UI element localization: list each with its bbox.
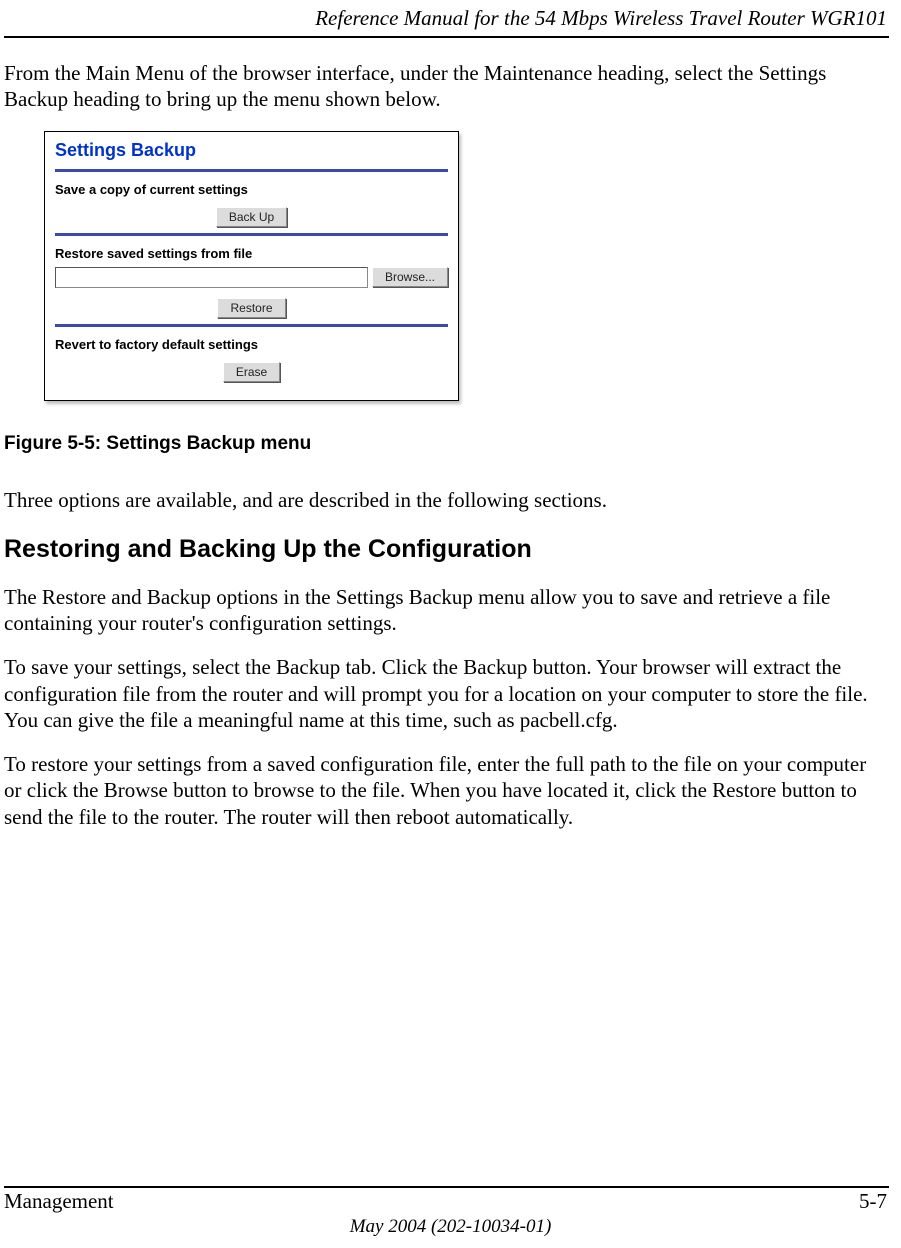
panel-title: Settings Backup bbox=[55, 140, 448, 161]
options-paragraph: Three options are available, and are des… bbox=[4, 487, 887, 513]
section-heading: Restoring and Backing Up the Configurati… bbox=[4, 535, 887, 564]
panel-divider bbox=[55, 233, 448, 236]
footer-page: 5-7 bbox=[859, 1189, 887, 1214]
footer-rule bbox=[4, 1186, 889, 1188]
backup-button[interactable]: Back Up bbox=[216, 207, 287, 227]
restore-backup-paragraph: The Restore and Backup options in the Se… bbox=[4, 584, 887, 637]
panel-divider bbox=[55, 324, 448, 327]
file-path-input[interactable] bbox=[55, 267, 368, 288]
page-header: Reference Manual for the 54 Mbps Wireles… bbox=[0, 0, 901, 31]
page-content: From the Main Menu of the browser interf… bbox=[0, 38, 901, 830]
restore-row: Restore bbox=[55, 294, 448, 318]
figure-inner: Settings Backup Save a copy of current s… bbox=[45, 132, 458, 400]
settings-backup-figure: Settings Backup Save a copy of current s… bbox=[44, 131, 459, 401]
footer-section: Management bbox=[4, 1189, 114, 1214]
restore-button[interactable]: Restore bbox=[217, 298, 285, 318]
figure-caption: Figure 5-5: Settings Backup menu bbox=[4, 433, 887, 455]
intro-paragraph: From the Main Menu of the browser interf… bbox=[4, 60, 887, 113]
restore-paragraph: To restore your settings from a saved co… bbox=[4, 751, 887, 830]
footer-row: Management 5-7 bbox=[4, 1189, 887, 1214]
footer-date: May 2004 (202-10034-01) bbox=[0, 1216, 901, 1238]
file-row: Browse... bbox=[55, 267, 448, 288]
backup-row: Back Up bbox=[55, 203, 448, 227]
erase-row: Erase bbox=[55, 358, 448, 382]
panel-divider bbox=[55, 169, 448, 172]
revert-label: Revert to factory default settings bbox=[55, 337, 448, 352]
restore-label: Restore saved settings from file bbox=[55, 246, 448, 261]
save-copy-label: Save a copy of current settings bbox=[55, 182, 448, 197]
erase-button[interactable]: Erase bbox=[223, 362, 280, 382]
browse-button[interactable]: Browse... bbox=[372, 267, 448, 287]
save-paragraph: To save your settings, select the Backup… bbox=[4, 654, 887, 733]
